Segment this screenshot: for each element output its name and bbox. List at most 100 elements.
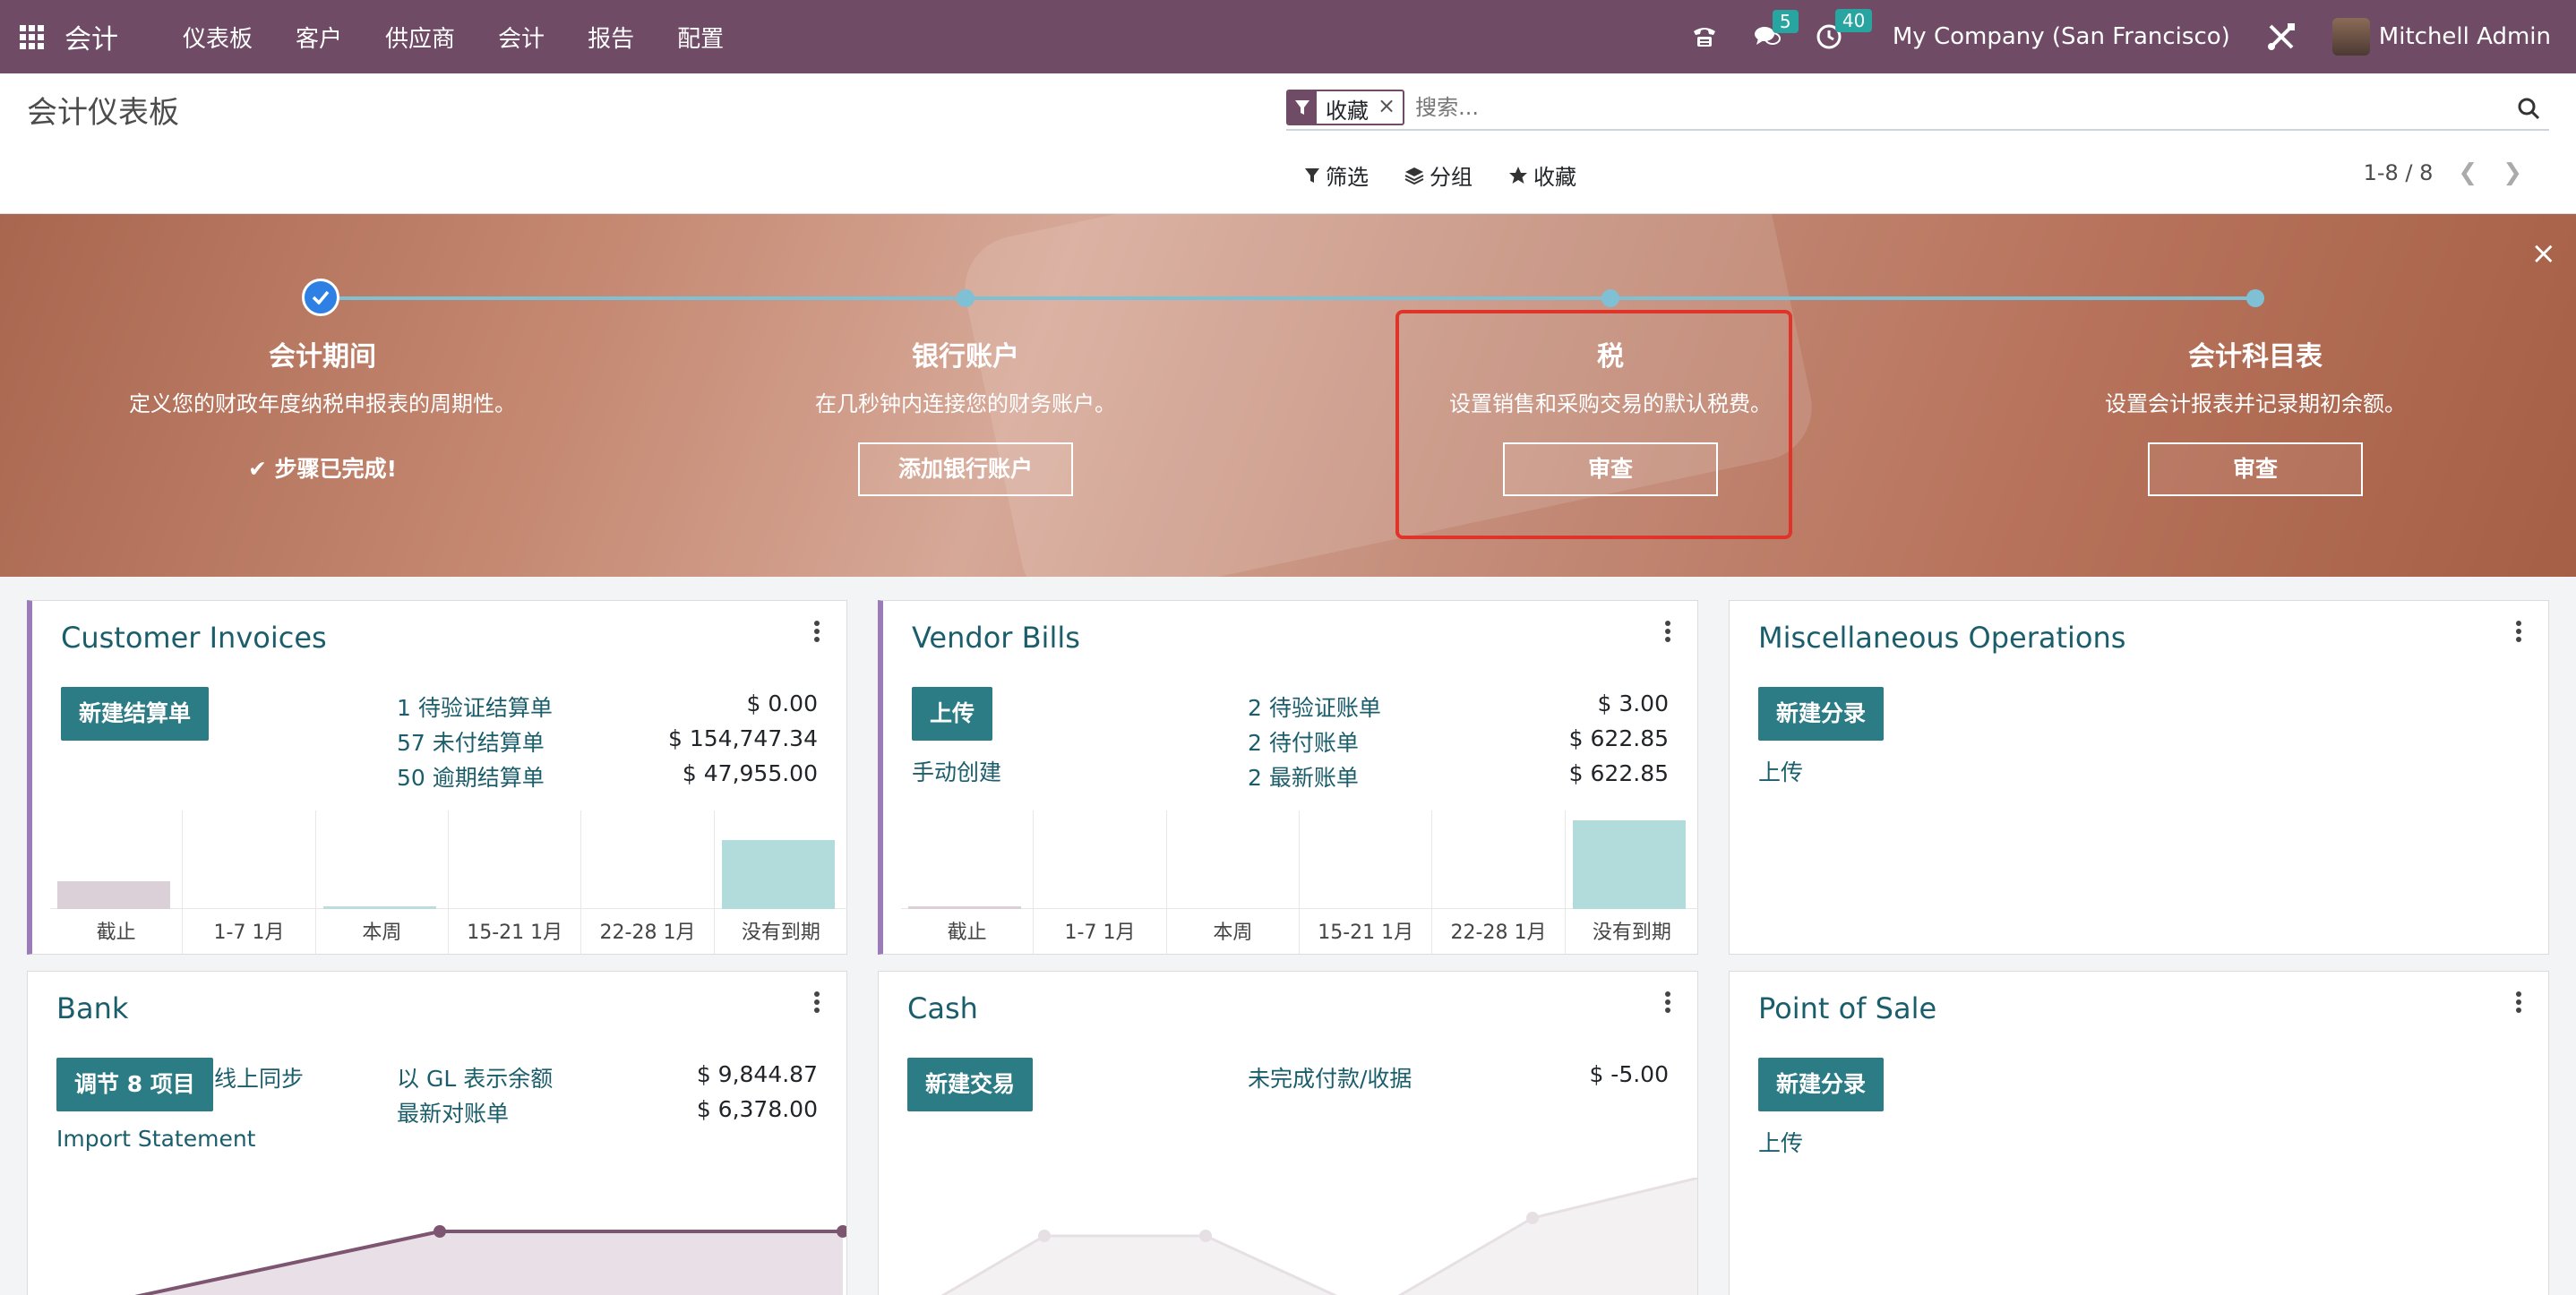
card-bank: Bank 调节 8 项目 线上同步 Import Statement 以 GL … xyxy=(27,971,847,1295)
user-menu[interactable]: Mitchell Admin xyxy=(2379,23,2551,50)
invoice-aging-chart[interactable]: 截止 1-7 1月 本周 15-21 1月 22-28 1月 没有到期 xyxy=(50,810,847,954)
chart-column[interactable]: 截止 xyxy=(50,810,184,954)
bill-aging-chart[interactable]: 截止 1-7 1月 本周 15-21 1月 22-28 1月 没有到期 xyxy=(901,810,1698,954)
stat-label[interactable]: 2 待付账单 xyxy=(1248,725,1359,760)
stat-label[interactable]: 2 最新账单 xyxy=(1248,760,1359,795)
chart-column[interactable]: 没有到期 xyxy=(1566,810,1698,954)
card-menu-icon[interactable] xyxy=(2516,621,2521,645)
step-done-check-icon xyxy=(302,279,339,316)
search-icon[interactable] xyxy=(2517,97,2540,124)
bank-balance-line-chart[interactable] xyxy=(28,1196,847,1295)
add-bank-account-button[interactable]: 添加银行账户 xyxy=(858,442,1073,496)
pager-value[interactable]: 1-8 / 8 xyxy=(2364,160,2434,185)
chart-category-label: 1-7 1月 xyxy=(1064,922,1136,944)
invoice-stats: 1 待验证结算单 $ 0.00 57 未付结算单 $ 154,747.34 50 逾… xyxy=(397,690,818,795)
pager: 1-8 / 8 ❮ ❯ xyxy=(2364,159,2522,186)
card-menu-icon[interactable] xyxy=(1665,991,1670,1016)
reconcile-button[interactable]: 调节 8 项目 xyxy=(56,1058,213,1111)
card-misc-operations: Miscellaneous Operations 新建分录 上传 xyxy=(1729,600,2549,955)
new-entry-button[interactable]: 新建分录 xyxy=(1758,1058,1885,1111)
card-menu-icon[interactable] xyxy=(814,991,820,1016)
online-sync-link[interactable]: 线上同步 xyxy=(214,1061,304,1093)
card-title[interactable]: Point of Sale xyxy=(1758,991,1936,1025)
upload-button[interactable]: 上传 xyxy=(912,687,993,741)
step-fiscal-year: 会计期间 定义您的财政年度纳税申报表的周期性。 ✔ 步骤已完成! xyxy=(0,334,645,484)
card-title[interactable]: Vendor Bills xyxy=(912,621,1080,655)
facet-remove-icon[interactable]: × xyxy=(1376,91,1403,124)
cash-stats: 未完成付款/收据 $ -5.00 xyxy=(1248,1061,1669,1096)
star-icon xyxy=(1509,166,1527,184)
chart-column[interactable]: 截止 xyxy=(901,810,1035,954)
search-input[interactable] xyxy=(1415,95,2491,120)
phone-icon[interactable] xyxy=(1690,24,1719,49)
user-avatar[interactable] xyxy=(2331,18,2370,56)
chart-column[interactable]: 本周 xyxy=(1167,810,1300,954)
card-point-of-sale: Point of Sale 新建分录 上传 xyxy=(1729,971,2549,1295)
menu-accounting[interactable]: 会计 xyxy=(477,21,566,54)
chart-bar[interactable] xyxy=(57,881,171,909)
pager-previous-icon[interactable]: ❮ xyxy=(2458,159,2477,186)
upload-link[interactable]: 上传 xyxy=(1758,755,1803,787)
review-chart-button[interactable]: 审查 xyxy=(2148,442,2363,496)
new-entry-button[interactable]: 新建分录 xyxy=(1758,687,1885,741)
chart-category-label: 本周 xyxy=(1213,922,1253,944)
favorites-button[interactable]: 收藏 xyxy=(1508,159,1576,191)
chart-category-label: 1-7 1月 xyxy=(213,922,285,944)
debug-tools-icon[interactable] xyxy=(2266,21,2297,52)
chart-column[interactable]: 22-28 1月 xyxy=(1432,810,1566,954)
chart-bar[interactable] xyxy=(721,840,835,909)
stat-label[interactable]: 未完成付款/收据 xyxy=(1248,1061,1412,1096)
manual-create-link[interactable]: 手动创建 xyxy=(912,755,1001,787)
card-menu-icon[interactable] xyxy=(1665,621,1670,645)
app-name[interactable]: 会计 xyxy=(64,17,118,56)
card-title[interactable]: Cash xyxy=(907,991,978,1025)
chart-column[interactable]: 1-7 1月 xyxy=(1034,810,1167,954)
chart-column[interactable]: 没有到期 xyxy=(715,810,847,954)
stat-label[interactable]: 50 逾期结算单 xyxy=(397,760,545,795)
close-icon[interactable]: × xyxy=(2531,236,2557,271)
chart-column[interactable]: 15-21 1月 xyxy=(449,810,582,954)
stat-row: 50 逾期结算单 $ 47,955.00 xyxy=(397,760,818,795)
chart-column[interactable]: 15-21 1月 xyxy=(1300,810,1433,954)
chart-bar[interactable] xyxy=(322,905,436,909)
card-title[interactable]: Miscellaneous Operations xyxy=(1758,621,2125,655)
import-statement-link[interactable]: Import Statement xyxy=(56,1126,255,1152)
new-transaction-button[interactable]: 新建交易 xyxy=(907,1058,1034,1111)
activities-icon[interactable]: 40 xyxy=(1816,9,1873,50)
stat-row: 最新对账单 $ 6,378.00 xyxy=(397,1096,818,1131)
company-switcher[interactable]: My Company (San Francisco) xyxy=(1893,23,2230,50)
filters-button[interactable]: 筛选 xyxy=(1304,159,1369,191)
chart-bar[interactable] xyxy=(1572,820,1686,909)
step-bank-account: 银行账户 在几秒钟内连接您的财务账户。 添加银行账户 xyxy=(643,334,1288,496)
upload-link[interactable]: 上传 xyxy=(1758,1126,1803,1158)
stat-label[interactable]: 最新对账单 xyxy=(397,1096,509,1131)
pager-next-icon[interactable]: ❯ xyxy=(2503,159,2522,186)
chart-column[interactable]: 22-28 1月 xyxy=(581,810,715,954)
stat-label[interactable]: 以 GL 表示余额 xyxy=(397,1061,553,1096)
stat-label[interactable]: 2 待验证账单 xyxy=(1248,690,1381,725)
chart-bar[interactable] xyxy=(908,905,1022,909)
card-menu-icon[interactable] xyxy=(814,621,820,645)
apps-menu-icon[interactable] xyxy=(20,24,45,49)
messages-icon[interactable]: 5 xyxy=(1753,10,1799,49)
menu-customers[interactable]: 客户 xyxy=(274,21,364,54)
menu-dashboard[interactable]: 仪表板 xyxy=(161,21,274,54)
stat-label[interactable]: 57 未付结算单 xyxy=(397,725,545,760)
chart-column[interactable]: 本周 xyxy=(316,810,449,954)
progress-line xyxy=(320,296,2256,300)
card-menu-icon[interactable] xyxy=(2516,991,2521,1016)
stat-row: 2 待付账单 $ 622.85 xyxy=(1248,725,1669,760)
card-title[interactable]: Customer Invoices xyxy=(61,621,327,655)
menu-vendors[interactable]: 供应商 xyxy=(364,21,477,54)
cash-balance-line-chart[interactable] xyxy=(879,1178,1698,1295)
activities-badge: 40 xyxy=(1834,9,1873,32)
menu-reporting[interactable]: 报告 xyxy=(566,21,656,54)
groupby-button[interactable]: 分组 xyxy=(1404,159,1473,191)
new-invoice-button[interactable]: 新建结算单 xyxy=(61,687,210,741)
stat-label[interactable]: 1 待验证结算单 xyxy=(397,690,553,725)
chart-column[interactable]: 1-7 1月 xyxy=(183,810,316,954)
bank-stats: 以 GL 表示余额 $ 9,844.87 最新对账单 $ 6,378.00 xyxy=(397,1061,818,1131)
card-title[interactable]: Bank xyxy=(56,991,128,1025)
menu-configuration[interactable]: 配置 xyxy=(656,21,745,54)
messages-badge: 5 xyxy=(1772,10,1799,33)
